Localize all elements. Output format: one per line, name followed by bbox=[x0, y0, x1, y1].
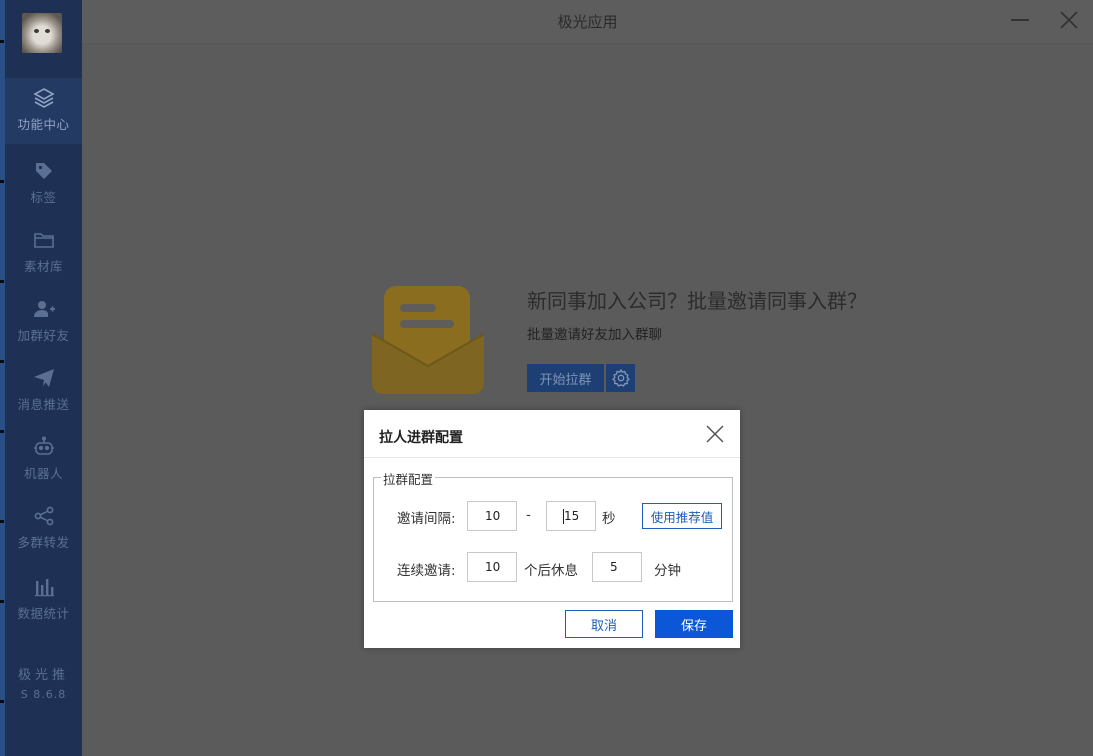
brand-version: S 8.6.8 bbox=[20, 688, 67, 701]
sidebar-item-label: 数据统计 bbox=[17, 606, 70, 621]
sidebar-item-label: 消息推送 bbox=[17, 397, 70, 412]
sidebar-item-message-push[interactable]: 消息推送 bbox=[5, 358, 82, 424]
config-group-box bbox=[373, 477, 733, 602]
rest-minutes-input[interactable]: 5 bbox=[592, 552, 642, 582]
rest-unit: 分钟 bbox=[654, 563, 681, 579]
text-caret bbox=[563, 509, 564, 524]
title-bar: 极光应用 bbox=[82, 0, 1093, 44]
continuous-label: 连续邀请: bbox=[397, 563, 456, 579]
settings-button[interactable] bbox=[606, 364, 635, 392]
dialog-divider bbox=[364, 457, 740, 458]
layers-icon bbox=[32, 88, 55, 108]
envelope-illustration bbox=[372, 286, 484, 394]
folder-icon bbox=[33, 233, 54, 248]
robot-icon bbox=[33, 436, 54, 455]
paper-plane-icon bbox=[33, 369, 54, 387]
interval-min-input[interactable]: 10 bbox=[467, 501, 517, 531]
sidebar-item-statistics[interactable]: 数据统计 bbox=[5, 567, 82, 633]
sidebar-item-label: 素材库 bbox=[23, 259, 63, 274]
use-recommended-button[interactable]: 使用推荐值 bbox=[642, 503, 722, 529]
dialog-title: 拉人进群配置 bbox=[379, 430, 463, 446]
sidebar-item-add-friends[interactable]: 加群好友 bbox=[5, 289, 82, 355]
continuous-after-text: 个后休息 bbox=[524, 563, 578, 579]
dialog-close-button[interactable] bbox=[704, 423, 726, 445]
cancel-button[interactable]: 取消 bbox=[565, 610, 643, 638]
sidebar-item-label: 加群好友 bbox=[17, 328, 70, 343]
gear-icon bbox=[611, 368, 630, 387]
bar-chart-icon bbox=[34, 579, 54, 597]
close-icon bbox=[706, 425, 724, 443]
sidebar-item-library[interactable]: 素材库 bbox=[5, 220, 82, 286]
sidebar-item-multi-forward[interactable]: 多群转发 bbox=[5, 496, 82, 562]
promo-headline: 新同事加入公司？批量邀请同事入群？ bbox=[527, 289, 867, 313]
close-window-button[interactable] bbox=[1055, 8, 1083, 32]
group-config-dialog: 拉人进群配置 拉群配置 邀请间隔: 10 - 15 秒 使用推荐值 连续邀请: … bbox=[364, 410, 740, 648]
sidebar-item-label: 机器人 bbox=[23, 466, 63, 481]
minimize-button[interactable] bbox=[1006, 8, 1034, 32]
sidebar: 功能中心 标签 素材库 加群好友 消息推送 机器人 多群转发 数据统计 极光推 … bbox=[5, 0, 82, 756]
sidebar-item-label: 功能中心 bbox=[17, 117, 70, 132]
interval-max-input[interactable]: 15 bbox=[546, 501, 596, 531]
promo-subline: 批量邀请好友加入群聊 bbox=[527, 327, 662, 343]
share-icon bbox=[34, 506, 53, 526]
close-icon bbox=[1060, 11, 1078, 29]
interval-max-value: 15 bbox=[564, 509, 580, 523]
brand-name: 极光推 bbox=[17, 668, 69, 683]
avatar[interactable] bbox=[22, 13, 62, 53]
save-button[interactable]: 保存 bbox=[655, 610, 733, 638]
sidebar-item-label: 多群转发 bbox=[17, 535, 70, 550]
tag-icon bbox=[35, 163, 52, 179]
config-group-title: 拉群配置 bbox=[381, 469, 436, 488]
window-title: 极光应用 bbox=[557, 13, 618, 31]
interval-separator: - bbox=[526, 507, 531, 523]
sidebar-item-function-center[interactable]: 功能中心 bbox=[5, 78, 82, 144]
sidebar-item-label: 标签 bbox=[30, 190, 57, 205]
start-group-button[interactable]: 开始拉群 bbox=[527, 364, 604, 392]
sidebar-item-tags[interactable]: 标签 bbox=[5, 151, 82, 217]
continuous-count-input[interactable]: 10 bbox=[467, 552, 517, 582]
sidebar-item-robot[interactable]: 机器人 bbox=[5, 427, 82, 493]
interval-unit: 秒 bbox=[602, 511, 616, 527]
add-user-icon bbox=[33, 301, 55, 317]
interval-label: 邀请间隔: bbox=[397, 511, 456, 527]
